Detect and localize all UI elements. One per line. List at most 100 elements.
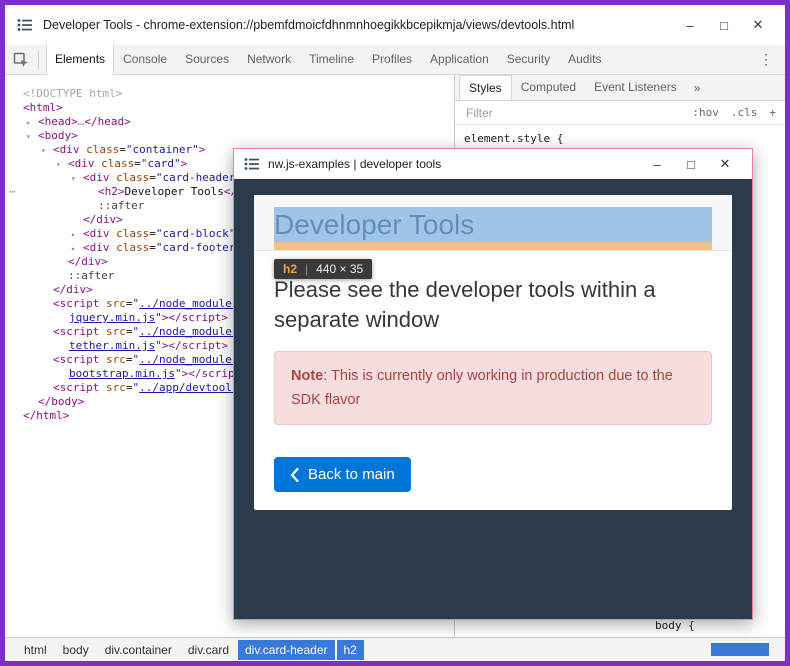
tab-sources[interactable]: Sources xyxy=(176,45,238,75)
code-token: "container" xyxy=(126,143,199,156)
code-token: ></script> xyxy=(162,339,228,352)
panel-tabs: ElementsConsoleSourcesNetworkTimelinePro… xyxy=(46,45,610,75)
style-toggles: :hov .cls + xyxy=(692,106,776,119)
crumb-h2[interactable]: h2 xyxy=(337,640,364,660)
minimize-icon[interactable]: – xyxy=(673,18,707,33)
tab-timeline[interactable]: Timeline xyxy=(300,45,363,75)
code-token: class xyxy=(101,157,134,170)
app-maximize-icon[interactable]: □ xyxy=(674,157,708,172)
code-token: " xyxy=(155,339,162,352)
code-token: <div xyxy=(83,227,116,240)
crumb-div.card[interactable]: div.card xyxy=(181,640,236,660)
code-token: src xyxy=(106,381,126,394)
tab-profiles[interactable]: Profiles xyxy=(363,45,421,75)
expand-arrow-icon[interactable]: ▸ xyxy=(26,116,31,130)
code-token: ../node_modules/ xyxy=(139,297,245,310)
styles-filter-row: :hov .cls + xyxy=(455,101,785,125)
code-token: > xyxy=(181,157,188,170)
code-token: ../node_modules/ xyxy=(139,353,245,366)
collapse-arrow-icon[interactable]: ▾ xyxy=(41,144,46,158)
style-toggle-cls[interactable]: .cls xyxy=(731,106,758,119)
card-header: Developer Tools xyxy=(254,195,732,251)
code-token: = xyxy=(149,227,156,240)
style-toggle-[interactable]: + xyxy=(769,106,776,119)
code-token: src xyxy=(106,353,126,366)
tab-console[interactable]: Console xyxy=(114,45,176,75)
code-token: </div> xyxy=(53,283,93,296)
tab-audits[interactable]: Audits xyxy=(559,45,610,75)
sidebar-tab-list: StylesComputedEvent Listeners xyxy=(459,75,686,100)
tree-row[interactable]: ▸<head>…</head> xyxy=(5,115,454,129)
code-token: <script xyxy=(53,325,106,338)
expand-arrow-icon[interactable]: ▸ xyxy=(71,228,76,242)
tab-elements[interactable]: Elements xyxy=(46,45,114,75)
tooltip-tag: h2 xyxy=(283,262,297,276)
sidebar-tab-styles[interactable]: Styles xyxy=(459,75,512,100)
code-token: src xyxy=(106,325,126,338)
app-minimize-icon[interactable]: – xyxy=(640,157,674,172)
styles-filter-input[interactable] xyxy=(464,105,594,121)
code-token: jquery.min.js xyxy=(69,311,155,324)
code-token: ../node_modules/ xyxy=(139,325,245,338)
tree-row[interactable]: <!DOCTYPE html> xyxy=(5,87,454,101)
code-token: " xyxy=(155,311,162,324)
chevron-left-icon xyxy=(290,468,299,482)
tab-network[interactable]: Network xyxy=(238,45,300,75)
crumb-div.container[interactable]: div.container xyxy=(98,640,179,660)
code-token: bootstrap.min.js xyxy=(69,367,175,380)
code-token: = xyxy=(134,157,141,170)
collapse-arrow-icon[interactable]: ▾ xyxy=(26,130,31,144)
message-text: Please see the developer tools within a … xyxy=(274,275,712,335)
sidebar-tab-event-listeners[interactable]: Event Listeners xyxy=(585,75,686,100)
crumb-html[interactable]: html xyxy=(17,640,54,660)
inspect-highlight-margin xyxy=(274,242,712,250)
code-token: ::after xyxy=(98,199,144,212)
code-token: <script xyxy=(53,297,106,310)
back-to-main-button[interactable]: Back to main xyxy=(274,457,411,492)
styles-link-highlight[interactable] xyxy=(711,643,769,656)
collapse-arrow-icon[interactable]: ▾ xyxy=(71,172,76,186)
main-menu-icon[interactable]: ⋮ xyxy=(759,51,773,68)
code-token: <head> xyxy=(38,115,78,128)
more-tabs-icon[interactable]: » xyxy=(694,81,701,95)
maximize-icon[interactable]: □ xyxy=(707,18,741,33)
app-list-icon xyxy=(244,157,260,171)
code-token: <script xyxy=(53,381,106,394)
app-close-icon[interactable]: ✕ xyxy=(708,156,742,172)
code-token: <html> xyxy=(23,101,63,114)
note-label: Note xyxy=(291,368,323,384)
code-token: <div xyxy=(83,171,116,184)
close-icon[interactable]: ✕ xyxy=(741,17,775,33)
code-token: <div xyxy=(53,143,86,156)
code-token: ::after xyxy=(68,269,114,282)
expand-arrow-icon[interactable]: ▸ xyxy=(71,242,76,256)
breadcrumb: htmlbodydiv.containerdiv.carddiv.card-he… xyxy=(5,637,785,661)
tab-security[interactable]: Security xyxy=(498,45,559,75)
tree-row[interactable]: ▾ <body> xyxy=(5,129,454,143)
breadcrumb-items: htmlbodydiv.containerdiv.carddiv.card-he… xyxy=(17,640,364,660)
code-token: Developer Tools xyxy=(125,185,224,198)
crumb-body[interactable]: body xyxy=(56,640,96,660)
code-token: <body> xyxy=(38,129,78,142)
tooltip-divider: | xyxy=(305,262,308,276)
code-token: class xyxy=(86,143,119,156)
body-rule[interactable]: body { xyxy=(655,619,695,632)
code-token: </div> xyxy=(68,255,108,268)
crumb-div.card-header[interactable]: div.card-header xyxy=(238,640,335,660)
tab-application[interactable]: Application xyxy=(421,45,498,75)
window-title: Developer Tools - chrome-extension://pbe… xyxy=(43,18,574,32)
note-alert: Note: This is currently only working in … xyxy=(274,351,712,425)
card-footer: Back to main xyxy=(254,441,732,510)
sidebar-tab-computed[interactable]: Computed xyxy=(512,75,585,100)
devtools-titlebar: Developer Tools - chrome-extension://pbe… xyxy=(5,5,785,45)
collapse-arrow-icon[interactable]: ▾ xyxy=(56,158,61,172)
sidebar-tabs: StylesComputedEvent Listeners » xyxy=(455,75,785,101)
code-token: "card-block" xyxy=(156,227,235,240)
code-token: </body> xyxy=(38,395,84,408)
app-titlebar: nw.js-examples | developer tools – □ ✕ xyxy=(234,149,752,179)
tree-row[interactable]: <html> xyxy=(5,101,454,115)
inspect-element-icon[interactable] xyxy=(13,52,31,68)
code-token: tether.min.js xyxy=(69,339,155,352)
app-window-controls: – □ ✕ xyxy=(640,149,742,179)
style-toggle-hov[interactable]: :hov xyxy=(692,106,719,119)
